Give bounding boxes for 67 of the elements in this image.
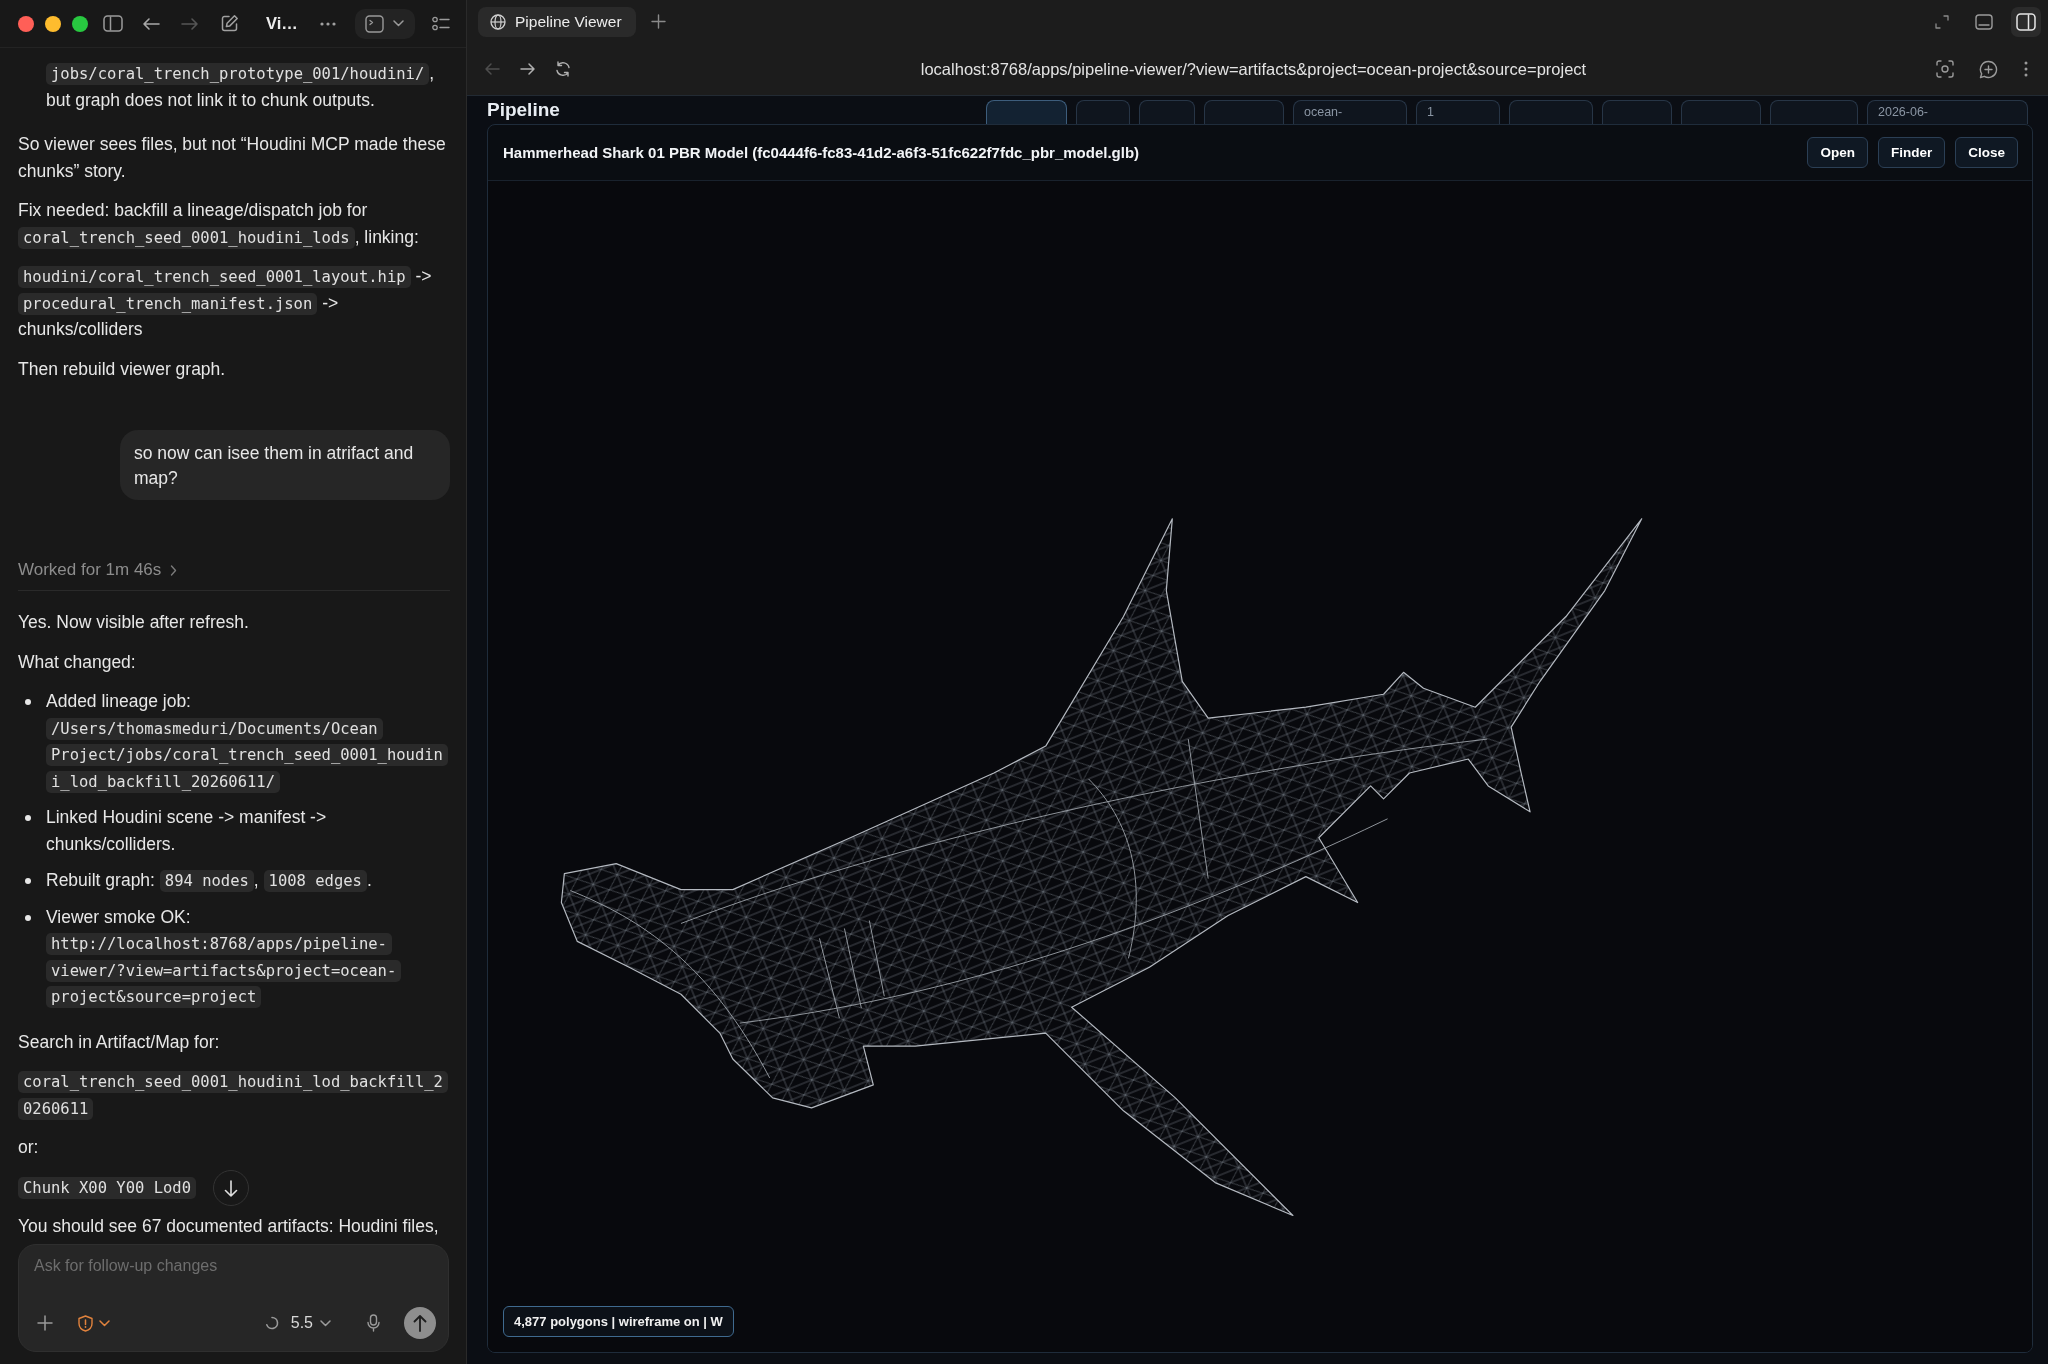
window-close-button[interactable] [18,15,34,32]
chat-paragraph: What changed: [18,650,137,674]
chat-paragraph: Fix needed: backfill a lineage/dispatch job for coral_trench_seed_0001_houdini_lods , linking: [18,199,420,250]
finder-button[interactable]: Finder [1877,137,1946,168]
scroll-down-button[interactable] [213,1170,249,1206]
worked-summary-button[interactable]: Worked for 1m 46s [18,558,178,582]
viewer-stats-label: 4,877 polygons | wireframe on | W [503,1306,734,1337]
chat-paragraph: So viewer sees files, but not “Houdini MCP made these chunks” story. [18,133,447,183]
code-snippet: Chunk X00 Y00 Lod0 [18,1173,450,1200]
bullet-icon [25,878,31,884]
panel-bottom-icon[interactable] [1975,13,1993,30]
back-arrow-icon[interactable] [142,16,160,31]
send-button[interactable] [404,1307,436,1339]
bullet-icon [25,699,31,705]
more-vertical-icon[interactable] [2024,61,2028,77]
list-item-text: Rebuilt graph: 894 nodes , 1008 edges . [46,869,373,894]
chat-paragraph: Then rebuild viewer graph. [18,357,227,381]
sidebar-right-icon[interactable] [2011,6,2041,37]
list-icon[interactable] [431,16,450,31]
expand-icon[interactable] [1935,14,1949,29]
browser-tab[interactable]: Pipeline Viewer [478,6,636,37]
arrow-down-icon [224,1179,238,1197]
user-message-bubble: so now can isee them in atrifact and map? [120,430,450,500]
more-icon[interactable] [319,21,336,26]
window-zoom-button[interactable] [72,15,88,32]
dialog-title: Hammerhead Shark 01 PBR Model (fc0444f6-fc83-41d2-a6f3-51fc622f7fdc_pbr_model.glb) [503,144,1140,161]
chat-title: Vi… [266,14,298,33]
list-item-text: Linked Houdini scene -> manifest -> chunks/colliders. [46,806,328,856]
focus-frame-icon[interactable] [1936,60,1954,78]
arrow-up-icon [413,1314,427,1332]
table-cell: ocean- [1293,100,1407,124]
code-snippet: coral_trench_seed_0001_houdini_lod_backfill_20260611 [18,1068,450,1121]
new-tab-icon[interactable] [651,14,666,29]
forward-arrow-icon[interactable] [520,62,536,76]
close-button[interactable]: Close [1955,137,2018,168]
chat-paragraph: Yes. Now visible after refresh. [18,611,250,634]
permissions-button[interactable] [78,1314,110,1332]
bullet-icon [25,914,31,921]
shield-alert-icon [78,1314,93,1332]
plus-icon[interactable] [37,1315,53,1331]
bullet-icon [25,815,31,821]
sidebar-icon[interactable] [103,15,123,32]
table-cell: 2026-06- [1867,100,2028,124]
open-button[interactable]: Open [1807,137,1868,168]
table-cell: 1 [1416,100,1500,124]
page-heading: Pipeline [487,98,560,122]
chat-paragraph: houdini/coral_trench_seed_0001_layout.hip -> procedural_trench_manifest.json -> chunks/colliders [18,265,433,341]
message-input[interactable]: Ask for follow-up changes [34,1253,294,1279]
chat-bubble-plus-icon[interactable] [1979,59,1998,79]
window-minimize-button[interactable] [45,15,61,32]
terminal-menu-button[interactable] [354,8,415,39]
chat-paragraph: You should see 67 documented artifacts: Houdini files, [18,1215,440,1238]
chevron-right-icon [170,564,178,576]
chat-paragraph: Search in Artifact/Map for: [18,1030,221,1054]
spinner-icon [264,1316,279,1330]
model-selector-button[interactable]: 5.5 [290,1314,331,1332]
edit-icon[interactable] [220,14,239,33]
microphone-icon[interactable] [367,1314,380,1332]
chevron-down-icon [393,20,405,27]
terminal-icon [365,14,385,33]
globe-icon [490,13,506,30]
address-field[interactable]: localhost:8768/apps/pipeline-viewer/?view=artifacts&project=ocean-project&source=project [914,55,1593,83]
chat-paragraph: or: [18,1136,40,1159]
chevron-down-icon [99,1319,110,1327]
list-item-text: jobs/coral_trench_prototype_001/houdini/ , but graph does not link it to chunk outputs. [46,62,436,112]
reload-icon[interactable] [555,61,571,77]
chevron-down-icon [320,1319,331,1327]
